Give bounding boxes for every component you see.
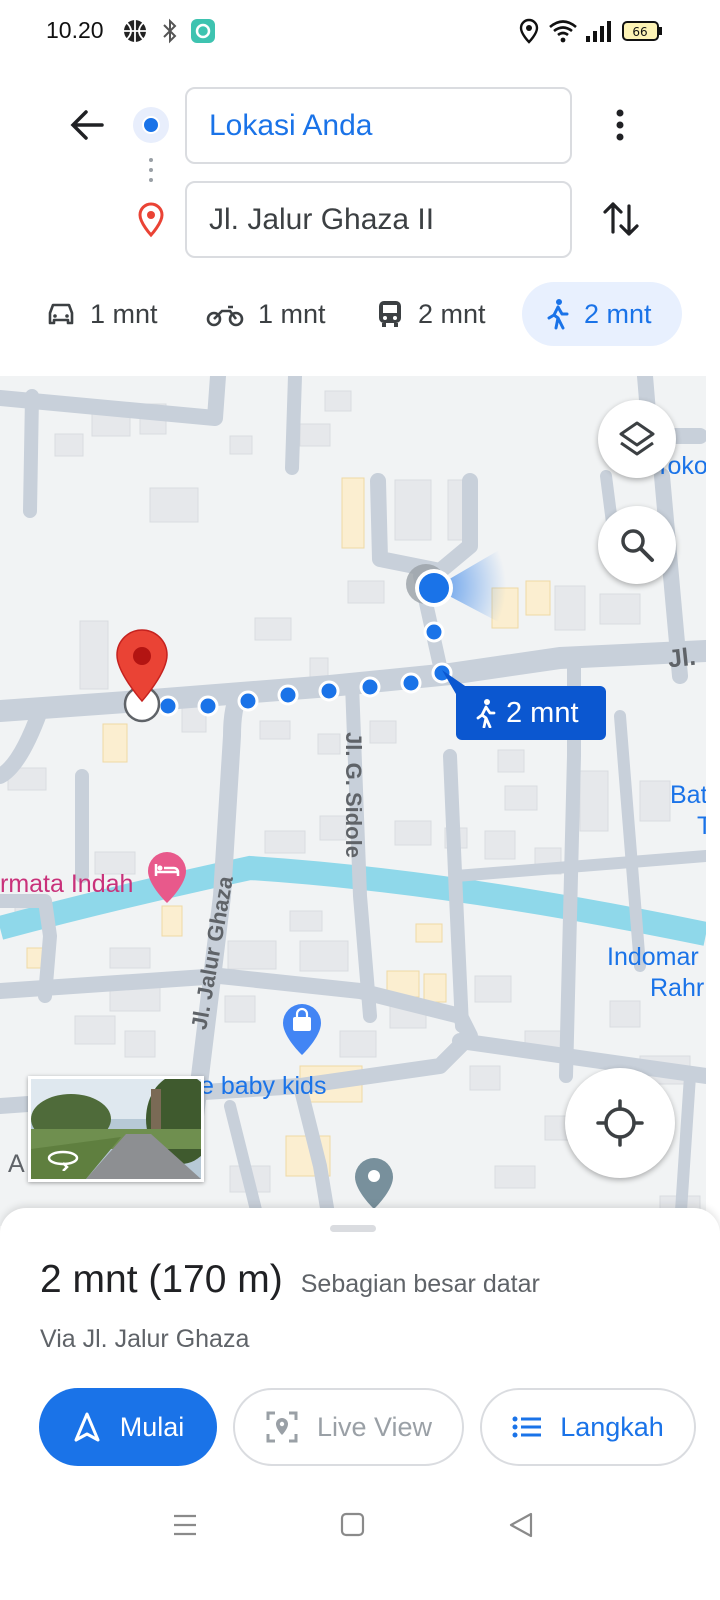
mode-transit-time: 2 mnt xyxy=(418,298,486,329)
back-nav-button[interactable] xyxy=(507,1510,535,1545)
street-view-thumbnail[interactable] xyxy=(28,1076,204,1182)
shopping-bag-icon xyxy=(283,1004,321,1055)
status-time: 10.20 xyxy=(46,17,104,43)
route-summary: 2 mnt (170 m) Sebagian besar datar xyxy=(40,1258,540,1302)
more-vert-icon xyxy=(616,109,624,141)
recent-apps-button[interactable] xyxy=(171,1510,199,1545)
back-button[interactable] xyxy=(62,100,112,150)
arrow-back-icon xyxy=(70,110,104,140)
status-bar: 10.20 66 xyxy=(0,0,720,64)
location-icon xyxy=(518,18,540,49)
mode-walking-time: 2 mnt xyxy=(584,298,652,329)
motorcycle-icon xyxy=(206,305,244,327)
sheet-drag-handle[interactable] xyxy=(330,1225,376,1232)
route-duration-distance: 2 mnt (170 m) xyxy=(40,1258,283,1301)
live-view-button-label: Live View xyxy=(316,1411,433,1442)
destination-input[interactable]: Jl. Jalur Ghaza II xyxy=(185,181,572,258)
map-label-rahm: Rahr xyxy=(650,974,705,1002)
map-label-jl-g-sidole: Jl. G. Sidole xyxy=(340,732,366,858)
destination-marker-icon xyxy=(135,202,167,243)
origin-input[interactable]: Lokasi Anda xyxy=(185,87,572,164)
map-label-bat: Bat xyxy=(670,781,706,809)
origin-marker-icon xyxy=(133,107,169,143)
mode-driving[interactable]: 1 mnt xyxy=(46,282,158,346)
map-label-indomaret: Indomar xyxy=(607,943,699,971)
my-location-button[interactable] xyxy=(565,1068,675,1178)
battery-icon: 66 xyxy=(622,18,664,49)
layers-icon xyxy=(619,421,655,456)
mode-driving-time: 1 mnt xyxy=(90,298,158,329)
map-label-a: A xyxy=(8,1150,25,1178)
live-view-button[interactable]: Live View xyxy=(233,1388,464,1466)
map-label-permata-indah: rmata Indah xyxy=(0,870,134,898)
mode-transit[interactable]: 2 mnt xyxy=(376,282,486,346)
bluetooth-icon xyxy=(160,18,180,49)
start-button-label: Mulai xyxy=(119,1411,185,1442)
map-label-street: Jl. xyxy=(666,642,698,674)
place-pin-icon xyxy=(355,1158,393,1209)
transit-icon xyxy=(379,301,401,327)
current-location-icon xyxy=(406,546,506,626)
hotel-icon xyxy=(148,852,186,903)
wifi-icon xyxy=(548,18,578,49)
triangle-back-icon xyxy=(509,1512,533,1538)
list-icon xyxy=(512,1416,542,1438)
map-label-t: T xyxy=(697,812,706,840)
mode-walking[interactable]: 2 mnt xyxy=(522,282,682,346)
search-along-route-button[interactable] xyxy=(598,506,676,584)
navigation-arrow-icon xyxy=(74,1412,100,1442)
square-icon xyxy=(340,1512,365,1537)
live-view-icon xyxy=(266,1411,298,1443)
mode-motorcycle-time: 1 mnt xyxy=(258,298,326,329)
route-duration-badge: 2 mnt xyxy=(456,686,606,740)
travel-modes: 1 mnt 1 mnt 2 mnt 2 mnt xyxy=(0,282,720,346)
battery-level: 66 xyxy=(632,25,647,39)
basketball-icon xyxy=(122,18,148,49)
app-notification-icon xyxy=(190,18,216,49)
walk-icon xyxy=(476,699,496,728)
route-duration-text: 2 mnt xyxy=(506,696,579,729)
badge-pointer xyxy=(442,670,468,694)
menu-icon xyxy=(174,1514,196,1536)
walk-icon xyxy=(547,299,569,330)
my-location-icon xyxy=(596,1099,644,1147)
signal-icon xyxy=(584,18,612,49)
route-terrain-note: Sebagian besar datar xyxy=(300,1270,540,1298)
route-connector xyxy=(149,158,153,188)
system-nav-bar xyxy=(0,1490,720,1560)
route-via: Via Jl. Jalur Ghaza xyxy=(40,1325,250,1353)
mode-motorcycle[interactable]: 1 mnt xyxy=(206,282,326,346)
destination-pin-icon xyxy=(116,629,168,723)
steps-button[interactable]: Langkah xyxy=(480,1388,696,1466)
steps-button-label: Langkah xyxy=(560,1411,664,1442)
swap-button[interactable] xyxy=(598,196,644,242)
search-icon xyxy=(621,529,654,562)
layers-button[interactable] xyxy=(598,400,676,478)
more-options-button[interactable] xyxy=(600,100,640,150)
start-button[interactable]: Mulai xyxy=(39,1388,217,1466)
home-button[interactable] xyxy=(339,1510,367,1545)
swap-vert-icon xyxy=(603,202,639,236)
street-view-360-icon xyxy=(47,1150,79,1171)
car-icon xyxy=(48,303,74,325)
map-view[interactable]: 2 mnt Toko Jl. Jl. G. Sidole Jl. Jalur G… xyxy=(0,376,706,1226)
map-label-baby-kids: e baby kids xyxy=(200,1072,327,1100)
